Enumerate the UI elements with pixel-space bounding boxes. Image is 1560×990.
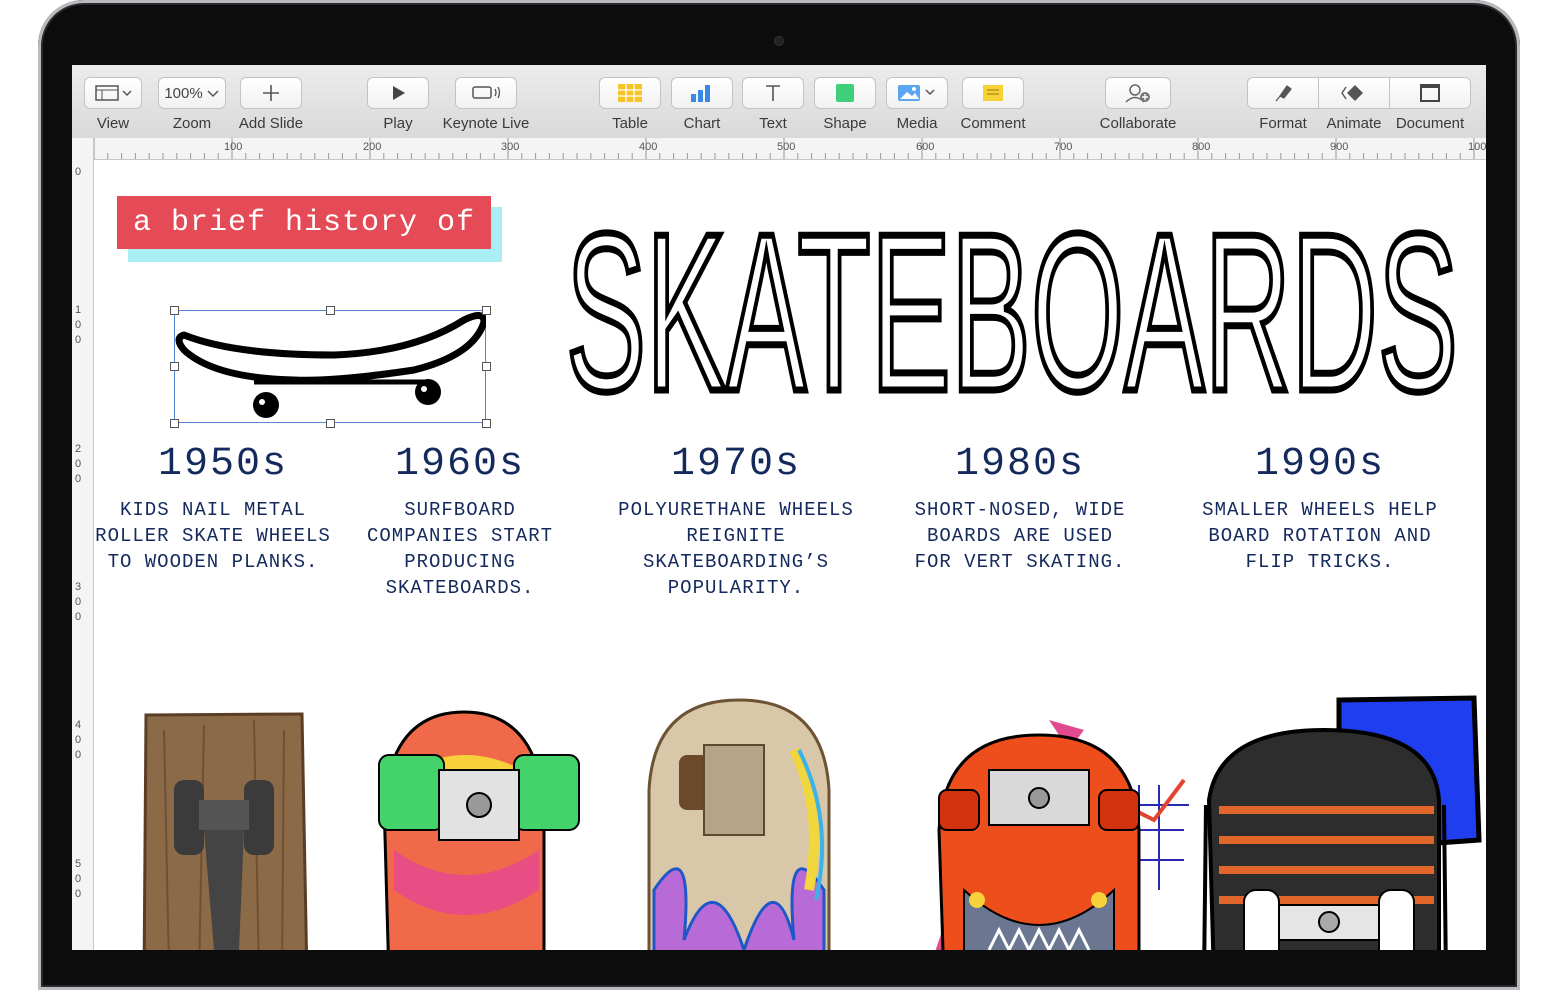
ruler-tick: 200	[363, 141, 382, 153]
play-icon	[393, 86, 405, 100]
ruler-tick: 500	[777, 141, 796, 153]
subtitle-text: a brief history of	[132, 205, 476, 240]
media-icon	[898, 85, 935, 101]
text-label: Text	[759, 115, 787, 132]
selection-handle[interactable]	[170, 362, 179, 371]
table-label: Table	[612, 115, 648, 132]
ruler-tick: 5 0 0	[75, 858, 82, 900]
media-button[interactable]	[886, 77, 948, 109]
skateboard-drawing[interactable]	[170, 306, 491, 428]
plus-icon	[263, 85, 279, 101]
ruler-tick: 900	[1330, 141, 1349, 153]
decade-heading[interactable]: 1970s	[606, 442, 866, 487]
chart-icon	[691, 85, 710, 102]
flip-trick-skateboard-image[interactable]	[1202, 695, 1482, 950]
media-label: Media	[896, 115, 938, 132]
format-label: Format	[1259, 115, 1307, 132]
ruler-tick: 1 0 0	[75, 304, 82, 346]
play-label: Play	[383, 115, 413, 132]
ruler-tick: 300	[501, 141, 520, 153]
decade-heading[interactable]: 1950s	[94, 442, 353, 487]
decade-description[interactable]: POLYURETHANE WHEELS REIGNITE SKATEBOARDI…	[596, 497, 876, 601]
decade-description[interactable]: SMALLER WHEELS HELP BOARD ROTATION AND F…	[1180, 497, 1460, 575]
selection-handle[interactable]	[170, 419, 179, 428]
animate-label: Animate	[1326, 115, 1382, 132]
format-button[interactable]	[1247, 77, 1319, 109]
title-svg: SKATEBOARDS	[563, 183, 1462, 442]
ruler-tick: 600	[916, 141, 935, 153]
chart-button[interactable]	[671, 77, 733, 109]
decade-heading[interactable]: 1960s	[330, 442, 590, 487]
title-box[interactable]: SKATEBOARDS	[556, 183, 1468, 442]
ruler-tick: 700	[1054, 141, 1073, 153]
table-icon	[618, 84, 642, 102]
comment-button[interactable]	[962, 77, 1024, 109]
ruler-tick: 800	[1192, 141, 1211, 153]
view-button[interactable]	[84, 77, 142, 109]
add-slide-label: Add Slide	[238, 115, 304, 132]
ruler-tick: 2 0 0	[75, 443, 82, 485]
vert-skateboard-image[interactable]	[929, 720, 1189, 950]
ruler-tick: 100	[1468, 141, 1486, 153]
view-label: View	[96, 115, 130, 132]
shape-label: Shape	[823, 115, 867, 132]
camera-icon	[775, 37, 783, 45]
play-button[interactable]	[367, 77, 429, 109]
keynote-live-label: Keynote Live	[442, 115, 530, 132]
keynote-live-button[interactable]	[455, 77, 517, 109]
title-text: SKATEBOARDS	[566, 200, 1458, 400]
decade-description[interactable]: KIDS NAIL METAL ROLLER SKATE WHEELS TO W…	[94, 497, 333, 575]
chart-label: Chart	[683, 115, 721, 132]
ruler-tick: 4 0 0	[75, 719, 82, 761]
document-button[interactable]	[1389, 77, 1471, 109]
table-button[interactable]	[599, 77, 661, 109]
keynote-window: View 100% Zoom Add Slide Play Keynote Li…	[72, 65, 1486, 950]
text-button[interactable]	[742, 77, 804, 109]
collaborate-label: Collaborate	[1099, 115, 1177, 132]
shape-icon	[836, 84, 854, 102]
surfboard-skateboard-image[interactable]	[378, 710, 580, 950]
decade-description[interactable]: SURFBOARD COMPANIES START PRODUCING SKAT…	[350, 497, 570, 601]
keynote-live-icon	[472, 86, 501, 99]
selection-handle[interactable]	[326, 419, 335, 428]
polyurethane-skateboard-image[interactable]	[647, 698, 831, 950]
selection-handle[interactable]	[170, 306, 179, 315]
decade-description[interactable]: SHORT-NOSED, WIDE BOARDS ARE USED FOR VE…	[910, 497, 1130, 575]
document-icon	[1420, 84, 1440, 102]
text-icon	[766, 85, 780, 101]
zoom-value: 100%	[164, 84, 203, 102]
animate-button[interactable]	[1318, 77, 1390, 109]
decade-heading[interactable]: 1990s	[1190, 442, 1450, 487]
animate-icon	[1341, 85, 1363, 101]
selection-handle[interactable]	[326, 306, 335, 315]
subtitle-box[interactable]: a brief history of	[117, 196, 491, 249]
slide-canvas[interactable]: a brief history of SKATEBOARDS 1950s KID…	[94, 160, 1486, 950]
wooden-plank-image[interactable]	[142, 712, 308, 950]
collaborate-button[interactable]	[1105, 77, 1171, 109]
vertical-ruler: 0 1 0 0 2 0 0 3 0 0 4 0 0 5 0 0	[72, 159, 94, 950]
comment-icon	[983, 85, 1003, 101]
skateboard-drawing-svg	[174, 310, 486, 423]
ruler-tick: 3 0 0	[75, 581, 82, 623]
add-slide-button[interactable]	[240, 77, 302, 109]
paintbrush-icon	[1275, 85, 1292, 102]
horizontal-ruler: 100 200 300 400 500 600 700 800 900 100	[72, 138, 1486, 160]
ruler-tick: 100	[224, 141, 243, 153]
document-label: Document	[1395, 115, 1465, 132]
chevron-down-icon	[207, 90, 219, 98]
selection-handle[interactable]	[482, 306, 491, 315]
zoom-dropdown[interactable]: 100%	[158, 77, 226, 109]
skateboard-images	[142, 695, 1482, 950]
toolbar: View 100% Zoom Add Slide Play Keynote Li…	[72, 65, 1486, 139]
ruler-tick: 400	[639, 141, 658, 153]
selection-handle[interactable]	[482, 362, 491, 371]
shape-button[interactable]	[814, 77, 876, 109]
selection-handle[interactable]	[482, 419, 491, 428]
comment-label: Comment	[960, 115, 1026, 132]
decade-heading[interactable]: 1980s	[890, 442, 1150, 487]
ruler-tick: 0	[75, 166, 82, 178]
zoom-label: Zoom	[172, 115, 212, 132]
collaborate-icon	[1125, 84, 1150, 103]
view-icon	[95, 85, 132, 101]
